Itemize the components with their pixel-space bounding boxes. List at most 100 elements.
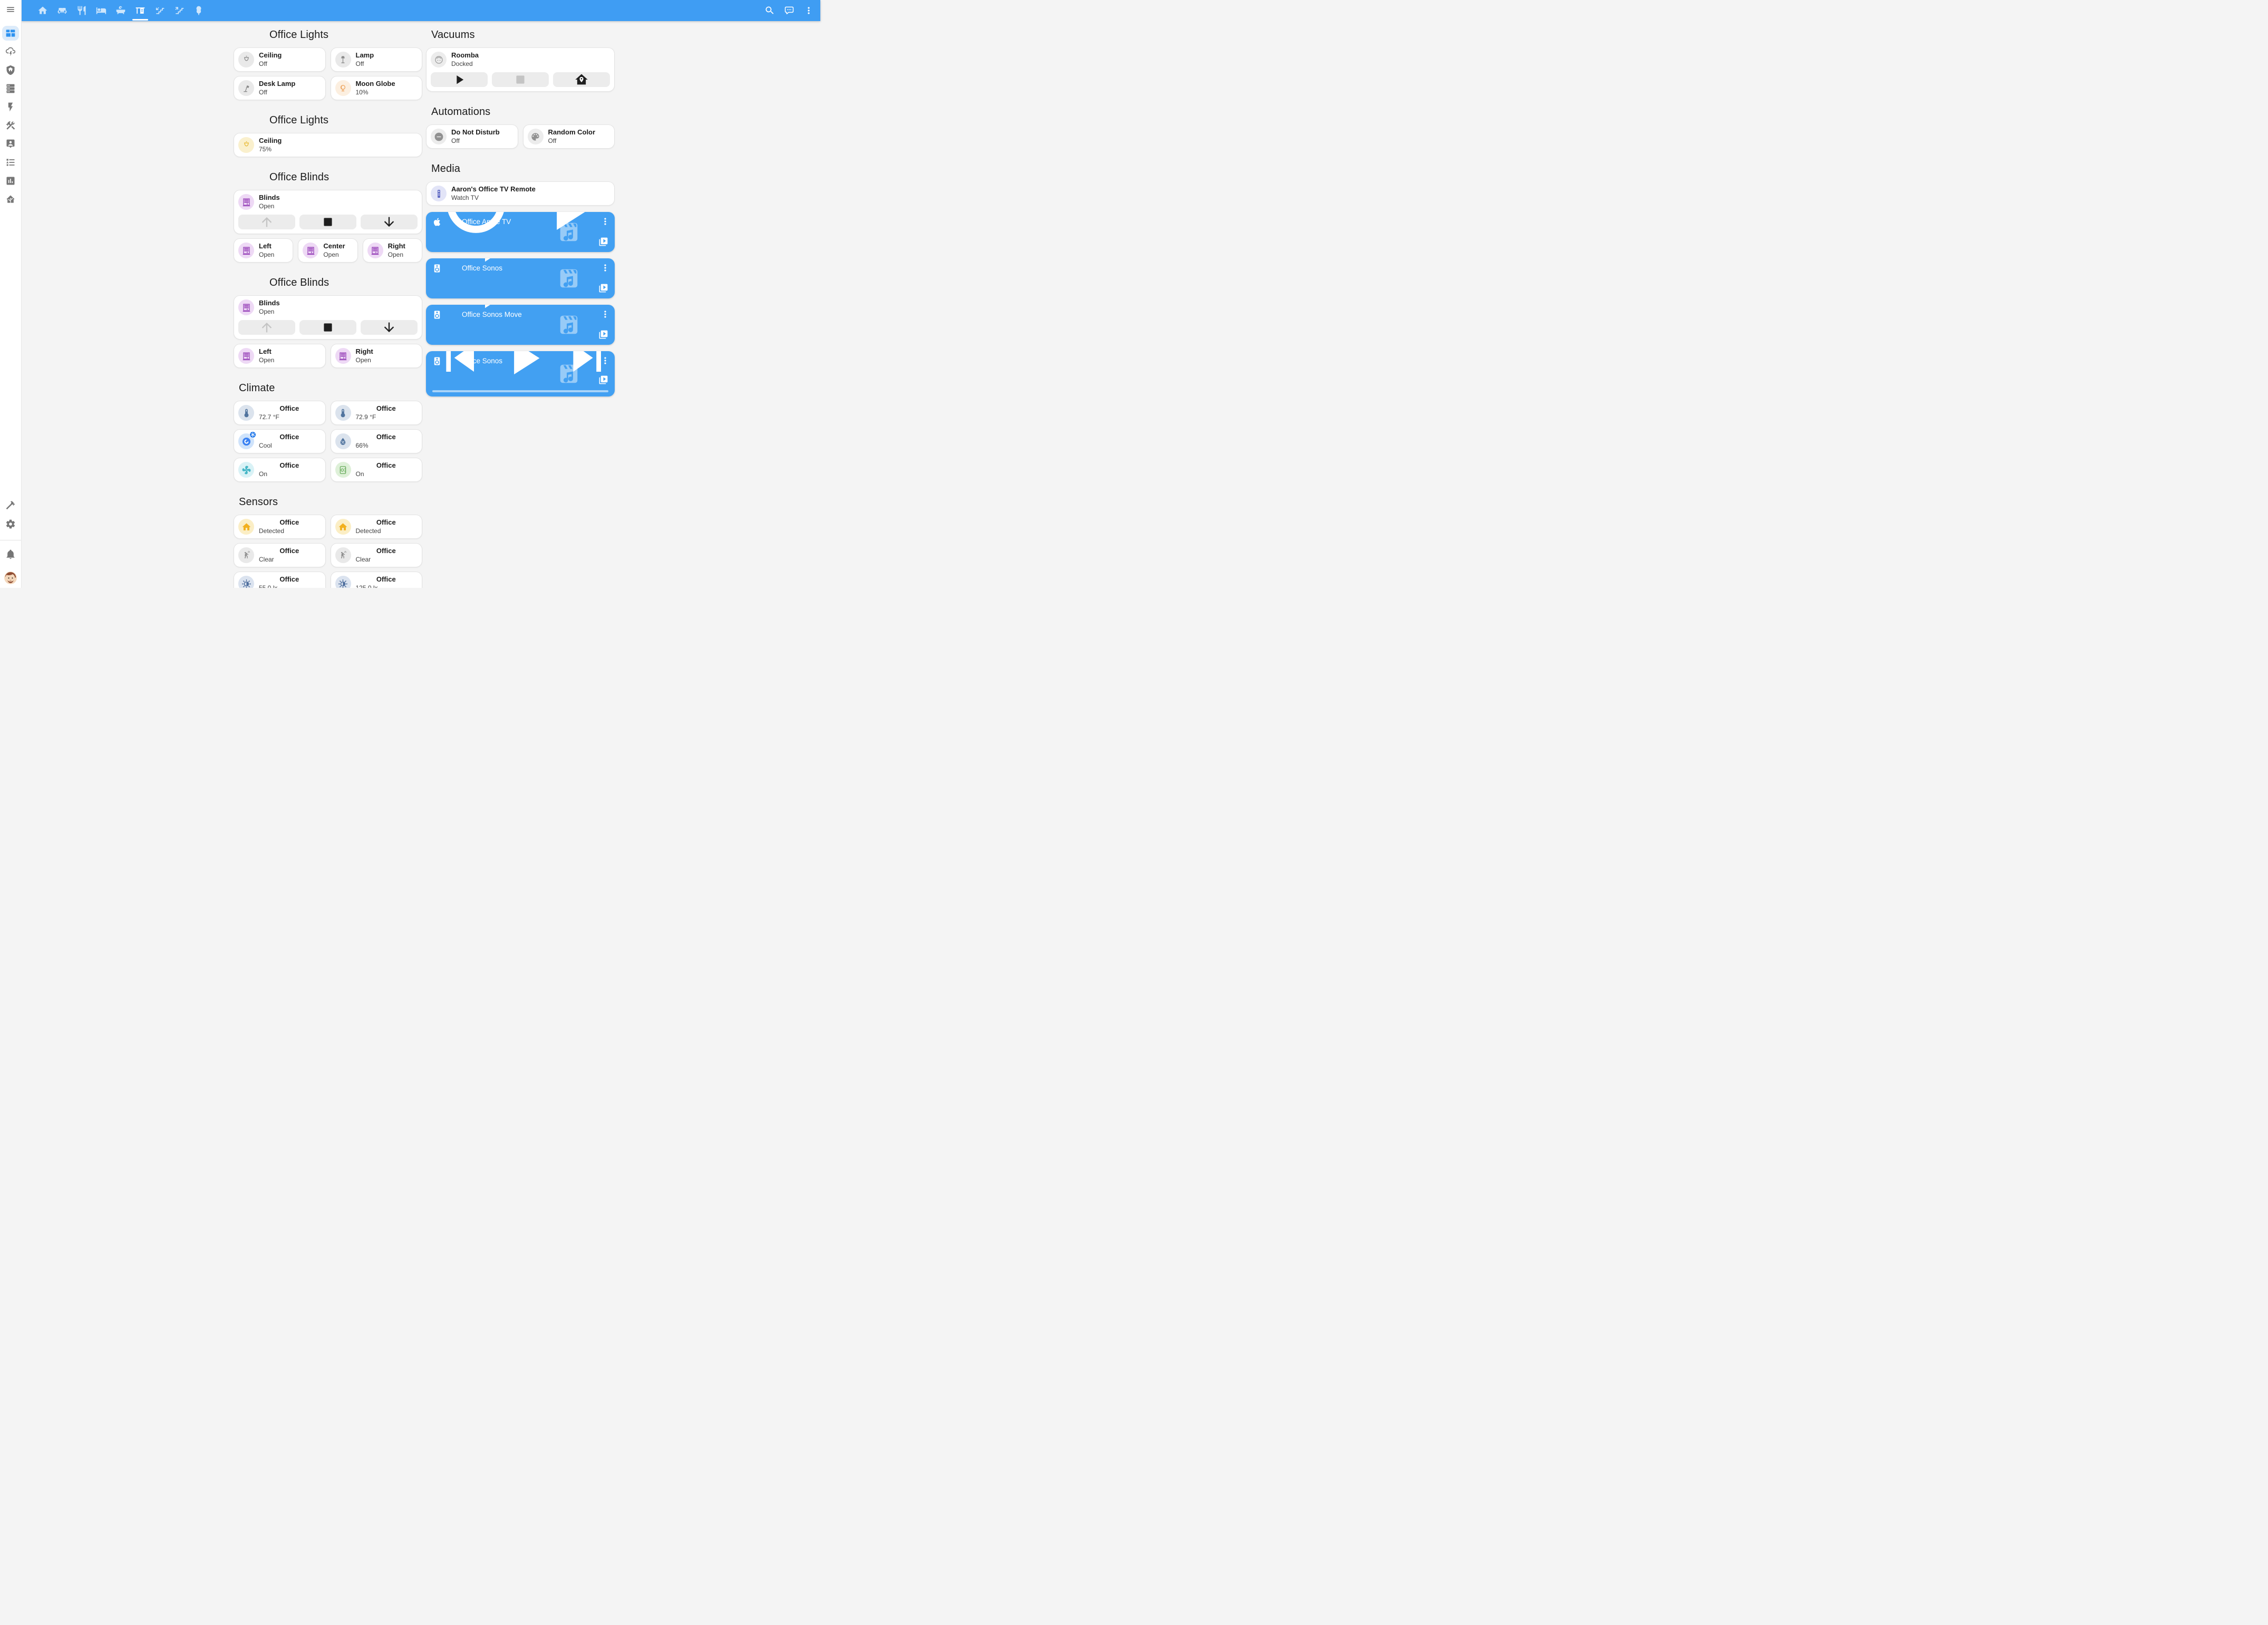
entity-icon-button[interactable]	[238, 243, 254, 258]
entity-tile-card[interactable]: Aaron's Office TV Remote Watch TV	[426, 181, 615, 206]
assist-button[interactable]	[784, 5, 794, 16]
entity-tile-card[interactable]: Right Open	[363, 238, 422, 263]
entity-icon-button[interactable]	[238, 299, 254, 315]
magnify-button[interactable]	[764, 5, 775, 16]
entity-tile-card[interactable]: Left Open	[234, 344, 326, 368]
media-progress-bar[interactable]	[432, 390, 608, 392]
entity-icon-button[interactable]	[335, 433, 351, 449]
media-player-card[interactable]: Office Sonos	[426, 351, 615, 396]
entity-icon-button[interactable]	[431, 186, 447, 201]
stop-button[interactable]	[299, 215, 356, 229]
browse-media-button[interactable]	[598, 375, 608, 385]
entity-tile-card[interactable]: Office On	[331, 458, 423, 482]
sidebar-item-hammer-wrench[interactable]	[2, 118, 19, 133]
entity-icon-button[interactable]	[238, 462, 254, 478]
entity-tile-card[interactable]: Desk Lamp Off	[234, 76, 326, 100]
tab-stairs-up[interactable]	[169, 0, 189, 21]
dots-vertical-button[interactable]	[803, 5, 814, 16]
arrow-down-button[interactable]	[361, 320, 418, 335]
entity-tile-card[interactable]: Ceiling Off	[234, 47, 326, 72]
play-button[interactable]	[496, 351, 551, 385]
entity-icon-button[interactable]	[335, 348, 351, 364]
sidebar-item-weather-lightning[interactable]	[2, 44, 19, 59]
media-player-card[interactable]: Office Sonos Move	[426, 305, 615, 345]
entity-icon-button[interactable]	[238, 519, 254, 535]
power-button[interactable]	[432, 212, 520, 247]
sidebar-item-server[interactable]	[2, 81, 19, 96]
entity-tile-card[interactable]: Random Color Off	[523, 124, 615, 149]
more-options-button[interactable]	[600, 309, 610, 320]
arrow-up-button[interactable]	[238, 215, 295, 229]
sidebar-item-hammer[interactable]	[2, 498, 19, 512]
entity-tile-card[interactable]: Office 72.9 °F	[331, 401, 423, 425]
home-marker-button[interactable]	[553, 72, 610, 87]
entity-tile-card[interactable]: Office Clear	[234, 543, 326, 567]
entity-icon-button[interactable]	[367, 243, 383, 258]
browse-media-button[interactable]	[598, 283, 608, 293]
entity-tile-card[interactable]: Do Not Disturb Off	[426, 124, 518, 149]
entity-tile-card[interactable]: Left Open	[234, 238, 293, 263]
more-options-button[interactable]	[600, 263, 610, 273]
skip-previous-button[interactable]	[432, 351, 488, 385]
entity-icon-button[interactable]	[238, 547, 254, 563]
tab-tree[interactable]	[189, 0, 208, 21]
arrow-up-button[interactable]	[238, 320, 295, 335]
entity-icon-button[interactable]	[335, 519, 351, 535]
stop-button[interactable]	[299, 320, 356, 335]
browse-media-button[interactable]	[598, 330, 608, 340]
entity-icon-button[interactable]	[238, 80, 254, 96]
entity-tile-card[interactable]: Right Open	[331, 344, 423, 368]
entity-icon-button[interactable]	[238, 433, 254, 449]
entity-card-with-controls[interactable]: Roomba Docked	[426, 47, 615, 92]
entity-icon-button[interactable]	[431, 52, 447, 67]
entity-icon-button[interactable]	[238, 52, 254, 67]
entity-tile-card[interactable]: Office 66%	[331, 429, 423, 453]
tab-stairs-down[interactable]	[150, 0, 169, 21]
entity-icon-button[interactable]	[238, 576, 254, 588]
entity-tile-card[interactable]: Office 72.7 °F	[234, 401, 326, 425]
user-avatar[interactable]	[4, 571, 17, 585]
browse-media-button[interactable]	[598, 237, 608, 247]
sidebar-item-shield-home[interactable]	[2, 63, 19, 78]
entity-tile-card[interactable]: Office 125.0 lx	[331, 572, 423, 588]
sidebar-item-bell[interactable]	[2, 547, 19, 562]
tab-sofa[interactable]	[52, 0, 72, 21]
entity-icon-button[interactable]	[238, 194, 254, 210]
entity-tile-card[interactable]: Ceiling 75%	[234, 133, 422, 157]
entity-tile-card[interactable]: Office Detected	[331, 515, 423, 539]
entity-tile-card[interactable]: Office On	[234, 458, 326, 482]
sidebar-item-history[interactable]	[2, 173, 19, 188]
entity-icon-button[interactable]	[335, 405, 351, 421]
tab-bed[interactable]	[91, 0, 111, 21]
entity-icon-button[interactable]	[238, 405, 254, 421]
entity-icon-button[interactable]	[335, 80, 351, 96]
sidebar-item-dashboard[interactable]	[2, 26, 19, 41]
arrow-down-button[interactable]	[361, 215, 418, 229]
sidebar-item-ha-logo[interactable]	[2, 192, 19, 207]
play-button[interactable]	[432, 305, 590, 340]
sidebar-toggle-button[interactable]	[0, 0, 21, 21]
tab-bathtub[interactable]	[111, 0, 130, 21]
entity-icon-button[interactable]	[335, 547, 351, 563]
sidebar-item-flash[interactable]	[2, 100, 19, 114]
entity-icon-button[interactable]	[238, 137, 254, 153]
sidebar-item-cog[interactable]	[2, 517, 19, 531]
entity-tile-card[interactable]: Office Clear	[331, 543, 423, 567]
entity-icon-button[interactable]	[431, 129, 447, 144]
tab-silverware[interactable]	[72, 0, 91, 21]
play-button[interactable]	[431, 72, 488, 87]
stop-button[interactable]	[492, 72, 549, 87]
tab-home[interactable]	[33, 0, 52, 21]
sidebar-item-person-badge[interactable]	[2, 137, 19, 151]
sidebar-item-logbook[interactable]	[2, 155, 19, 170]
entity-tile-card[interactable]: Center Open	[298, 238, 357, 263]
entity-icon-button[interactable]	[238, 348, 254, 364]
entity-tile-card[interactable]: Moon Globe 10%	[331, 76, 423, 100]
entity-tile-card[interactable]: Lamp Off	[331, 47, 423, 72]
entity-icon-button[interactable]	[528, 129, 544, 144]
entity-tile-card[interactable]: Office Detected	[234, 515, 326, 539]
entity-icon-button[interactable]	[335, 462, 351, 478]
entity-card-with-controls[interactable]: Blinds Open	[234, 190, 422, 234]
entity-tile-card[interactable]: Office Cool	[234, 429, 326, 453]
play-button[interactable]	[432, 258, 590, 294]
